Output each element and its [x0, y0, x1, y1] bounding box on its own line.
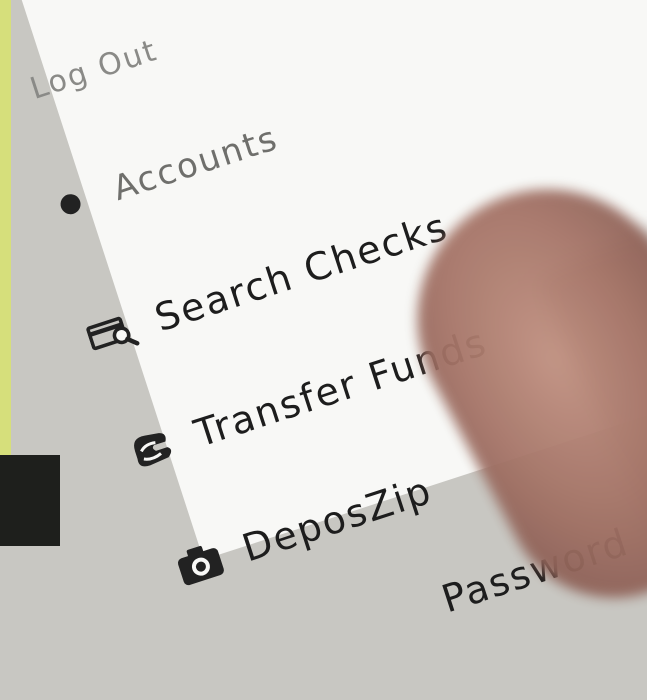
menu-item-label: Log Out — [26, 32, 162, 107]
menu-item-deposzip[interactable]: DeposZip — [170, 468, 437, 592]
check-search-icon — [84, 307, 142, 360]
camera-icon — [171, 537, 229, 590]
menu-item-label: DeposZip — [236, 467, 438, 571]
bullet-icon — [42, 178, 100, 231]
menu-item-search-checks[interactable]: Search Checks — [83, 204, 454, 362]
menu-item-log-out[interactable]: Log Out — [26, 33, 162, 107]
menu-item-label: Accounts — [108, 118, 284, 209]
transfer-hands-icon — [123, 423, 181, 476]
menu-item-label: Search Checks — [149, 204, 454, 341]
device-bezel-bottom-left — [0, 455, 60, 546]
menu-item-accounts[interactable]: Accounts — [42, 118, 284, 231]
